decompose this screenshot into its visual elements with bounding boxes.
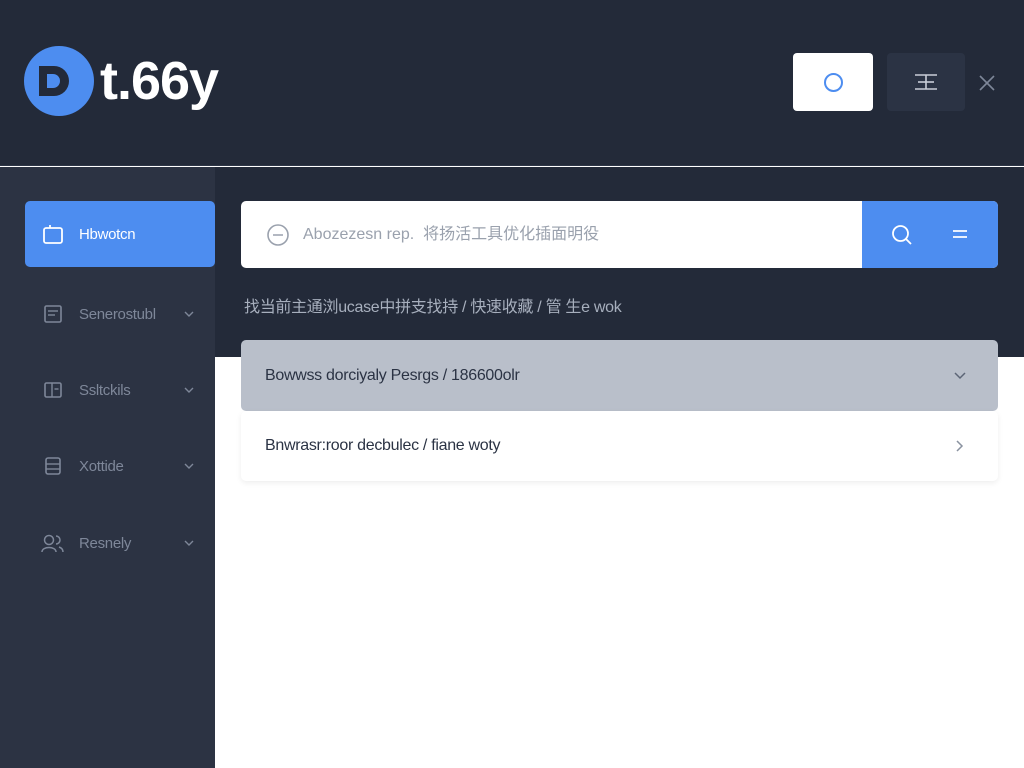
search-icon: [892, 225, 912, 245]
list-view-button[interactable]: [887, 53, 965, 111]
sidebar-item-label: Xottide: [79, 457, 124, 475]
filter-button[interactable]: [951, 224, 969, 249]
circle-icon: [823, 72, 843, 92]
search-actions: [862, 201, 998, 268]
list-item-label: Bnwrasr:roor decbulec / fiane woty: [265, 437, 501, 454]
search-button[interactable]: [890, 223, 914, 252]
chevron-down-icon: [177, 540, 201, 546]
stack-icon: [41, 454, 65, 478]
app-logo[interactable]: t.66y: [24, 46, 219, 116]
sidebar-item-ssltckils[interactable]: Ssltckils: [25, 357, 215, 423]
chevron-down-icon: [177, 311, 201, 317]
sidebar-item-resnely[interactable]: Resnely: [25, 510, 215, 576]
breadcrumb[interactable]: 找当前主通浏ucase中拼支找持 / 快速收藏 / 管 生e wok: [244, 293, 622, 317]
logo-text: t.66y: [100, 51, 219, 111]
primary-header-button[interactable]: [793, 53, 873, 111]
sidebar-item-xottide[interactable]: Xottide: [25, 433, 215, 499]
users-icon: [41, 531, 65, 555]
chevron-right-icon[interactable]: [948, 440, 972, 452]
search-bar: [241, 201, 998, 268]
sidebar-item-label: Resnely: [79, 534, 132, 552]
chevron-down-icon: [177, 463, 201, 469]
menu-icon: [953, 230, 967, 238]
search-input[interactable]: [303, 201, 859, 268]
logo-mark-icon: [24, 46, 94, 116]
minus-circle-icon[interactable]: [266, 223, 290, 252]
sidebar-item-label: Hbwotcn: [79, 225, 136, 243]
close-icon: [979, 75, 995, 91]
sidebar-item-label: Ssltckils: [79, 381, 131, 399]
chevron-down-icon[interactable]: [948, 371, 972, 380]
sidebar-item-label: Senerostubl: [79, 305, 156, 323]
list-item-label: Bowwss dorciyaly Pesrgs / 186600olr: [265, 366, 520, 384]
list-icon: [915, 74, 937, 90]
close-button[interactable]: [972, 68, 1002, 98]
document-icon: [41, 302, 65, 326]
list-item[interactable]: Bowwss dorciyaly Pesrgs / 186600olr: [241, 340, 998, 411]
list-item[interactable]: Bnwrasr:roor decbulec / fiane woty: [241, 411, 998, 481]
app-header: t.66y: [0, 0, 1024, 166]
tablet-icon: [41, 222, 65, 246]
chevron-down-icon: [177, 387, 201, 393]
sidebar-item-senerostubl[interactable]: Senerostubl: [25, 281, 215, 347]
sidebar-item-hbwotcn[interactable]: Hbwotcn: [25, 201, 215, 267]
panel-icon: [41, 378, 65, 402]
